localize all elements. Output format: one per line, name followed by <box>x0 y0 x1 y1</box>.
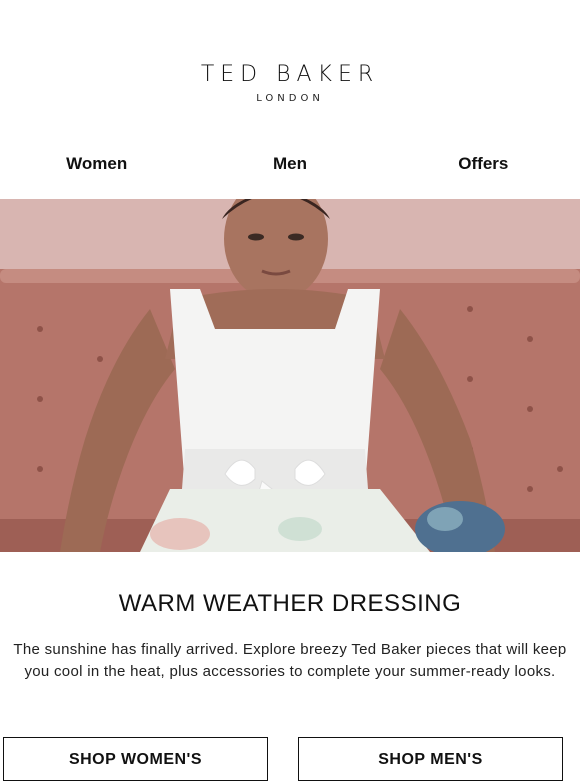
brand-logo[interactable]: TED BAKER LONDON <box>0 62 580 104</box>
body-text: The sunshine has finally arrived. Explor… <box>13 641 567 680</box>
hero-illustration <box>0 199 580 552</box>
nav-item-women[interactable]: Women <box>0 154 193 174</box>
shop-womens-button[interactable]: SHOP WOMEN'S <box>3 737 268 781</box>
hero-image[interactable] <box>0 199 580 552</box>
brand-location: LONDON <box>256 93 324 104</box>
brand-name: TED BAKER <box>200 62 380 87</box>
nav-item-offers[interactable]: Offers <box>387 154 580 174</box>
nav-item-men[interactable]: Men <box>193 154 386 174</box>
email-header: TED BAKER LONDON <box>0 0 580 140</box>
main-nav: Women Men Offers <box>0 154 580 174</box>
section-title: WARM WEATHER DRESSING <box>118 590 462 617</box>
shop-mens-button[interactable]: SHOP MEN'S <box>298 737 563 781</box>
